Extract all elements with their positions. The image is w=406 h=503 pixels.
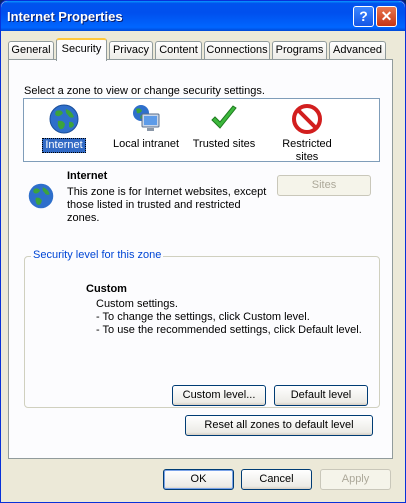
custom-level-button[interactable]: Custom level... bbox=[172, 385, 266, 406]
globe-icon bbox=[28, 183, 54, 209]
ok-button[interactable]: OK bbox=[163, 469, 234, 490]
tab-strip: General Security Privacy Content Connect… bbox=[8, 38, 393, 61]
close-button[interactable]: ✕ bbox=[376, 6, 397, 27]
default-level-button[interactable]: Default level bbox=[274, 385, 368, 406]
window-title: Internet Properties bbox=[7, 9, 123, 24]
tab-advanced[interactable]: Advanced bbox=[329, 41, 386, 60]
zone-local-intranet[interactable]: Local intranet bbox=[106, 103, 186, 151]
close-icon: ✕ bbox=[380, 8, 393, 24]
apply-button[interactable]: Apply bbox=[320, 469, 391, 490]
title-bar[interactable]: Internet Properties ? ✕ bbox=[1, 1, 405, 31]
security-tab-panel: Select a zone to view or change security… bbox=[8, 59, 393, 459]
red-no-icon bbox=[292, 104, 322, 134]
zone-trusted-sites[interactable]: Trusted sites bbox=[184, 103, 264, 151]
zone-instruction: Select a zone to view or change security… bbox=[24, 85, 265, 97]
question-mark-icon: ? bbox=[359, 8, 368, 24]
security-level-title: Custom bbox=[86, 283, 127, 295]
zone-restricted-sites[interactable]: Restricted sites bbox=[257, 103, 357, 164]
monitor-globe-icon bbox=[133, 105, 160, 131]
security-level-line: - To use the recommended settings, click… bbox=[96, 324, 362, 336]
internet-properties-window: Internet Properties ? ✕ General Security… bbox=[0, 0, 406, 503]
tab-general[interactable]: General bbox=[8, 41, 54, 60]
zone-info-description: This zone is for Internet websites, exce… bbox=[67, 186, 267, 224]
sites-button[interactable]: Sites bbox=[277, 175, 371, 196]
tab-content[interactable]: Content bbox=[155, 41, 202, 60]
zone-label: Restricted sites bbox=[282, 138, 332, 163]
zone-list: Internet Local intranet Trusted sites Re… bbox=[23, 98, 380, 164]
security-level-line: Custom settings. bbox=[96, 298, 178, 310]
tab-programs[interactable]: Programs bbox=[272, 41, 327, 60]
tab-privacy[interactable]: Privacy bbox=[109, 41, 153, 60]
cancel-button[interactable]: Cancel bbox=[241, 469, 312, 490]
zone-info-title: Internet bbox=[67, 170, 108, 182]
reset-all-zones-button[interactable]: Reset all zones to default level bbox=[185, 415, 373, 436]
zone-label: Local intranet bbox=[112, 138, 180, 150]
tab-connections[interactable]: Connections bbox=[204, 41, 270, 60]
security-level-group-title: Security level for this zone bbox=[31, 249, 164, 261]
zone-label: Internet bbox=[42, 138, 86, 153]
globe-icon bbox=[49, 104, 79, 134]
zone-internet[interactable]: Internet bbox=[24, 103, 104, 153]
security-level-line: - To change the settings, click Custom l… bbox=[96, 311, 310, 323]
help-button[interactable]: ? bbox=[353, 6, 374, 27]
zone-label: Trusted sites bbox=[192, 138, 256, 150]
tab-security[interactable]: Security bbox=[56, 38, 107, 61]
security-level-group: Security level for this zone Custom Cust… bbox=[24, 249, 380, 408]
green-check-icon bbox=[211, 105, 237, 129]
security-level-description: Custom settings. - To change the setting… bbox=[96, 298, 362, 337]
